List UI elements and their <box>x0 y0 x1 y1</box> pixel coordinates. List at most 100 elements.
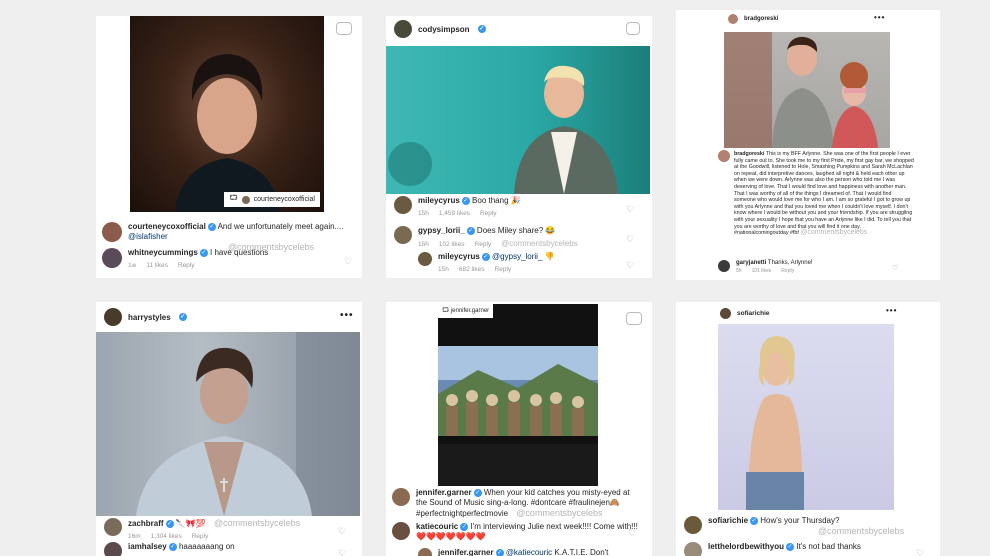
avatar[interactable] <box>104 518 122 536</box>
mention-link[interactable]: @gypsy_lorii_ <box>492 252 542 261</box>
people-illustration <box>724 32 878 148</box>
comment-username[interactable]: mileycyrus <box>418 196 460 205</box>
comment-username[interactable]: jennifer.garner <box>416 488 472 497</box>
heart-icon[interactable]: ♡ <box>626 234 634 245</box>
post-username[interactable]: harrystyles <box>128 313 171 322</box>
avatar[interactable] <box>684 542 702 556</box>
verified-icon: ✓ <box>199 248 208 257</box>
post-username[interactable]: codysimpson <box>418 25 470 34</box>
avatar[interactable] <box>728 14 738 24</box>
caption-avatar-wrap <box>718 150 730 162</box>
post-photo[interactable] <box>718 324 894 510</box>
comment-username[interactable]: letthelordbewithyou <box>708 542 784 551</box>
avatar[interactable] <box>418 252 432 266</box>
comment-text: I have questions <box>210 248 269 257</box>
comment: jennifer.garner ✓ When your kid catches y… <box>392 488 642 519</box>
avatar[interactable] <box>418 548 432 556</box>
comment-meta: 15h 102 likes Reply @commentsbycelebs <box>418 239 578 248</box>
post-username[interactable]: bradgoreski <box>744 16 778 22</box>
post-header: harrystyles ✓ <box>104 308 187 326</box>
tag-badge[interactable]: ⮔ jennifer.garner <box>438 304 494 318</box>
tag-icon: ⮔ <box>229 195 238 202</box>
verified-icon: ✓ <box>165 519 174 528</box>
watermark: @commentsbycelebs <box>501 239 578 248</box>
avatar[interactable] <box>394 226 412 244</box>
tag-badge[interactable]: ⮔ courteneycoxofficial <box>224 192 320 207</box>
heart-icon[interactable]: ♡ <box>338 548 346 556</box>
post-card-harrystyles: harrystyles ✓ ••• zachbraff ✓ 🔪🎀💯 @comment… <box>96 302 362 556</box>
post-header: sofiarichie <box>720 308 770 319</box>
verified-icon: ✓ <box>495 548 504 556</box>
comment: zachbraff ✓ 🔪🎀💯 @commentsbycelebs 16m 1,30… <box>104 518 344 542</box>
comment-username[interactable]: mileycyrus <box>438 252 480 261</box>
post-card-bradgoreski: bradgoreski ••• bradgoreski This is my B… <box>676 10 940 280</box>
comment: gypsy_lorii_ ✓ Does Miley share? 😂 15h 102… <box>394 226 634 250</box>
avatar[interactable] <box>394 20 412 38</box>
comment: iamhalsey ✓ haaaaaaang on <box>104 542 344 556</box>
comment-text: 👎 <box>544 252 555 261</box>
comment-meta: 16m 1,304 likes Reply <box>128 533 209 540</box>
heart-icon[interactable]: ♡ <box>626 260 634 271</box>
post-photo[interactable] <box>386 46 650 194</box>
instagram-icon <box>626 312 642 325</box>
verified-icon: ✓ <box>466 226 475 235</box>
mention-link[interactable]: @katiecouric <box>506 548 552 556</box>
comment-username[interactable]: whitneycummings <box>128 248 198 257</box>
person-illustration <box>136 332 360 516</box>
caption: bradgoreski This is my BFF Arlynne. She … <box>734 151 914 237</box>
avatar <box>241 195 250 204</box>
comment-username[interactable]: iamhalsey <box>128 542 167 551</box>
post-photo[interactable] <box>96 332 360 516</box>
instagram-icon <box>626 22 640 35</box>
verified-icon: ✓ <box>786 542 794 551</box>
post-photo[interactable]: ⮔ courteneycoxofficial <box>130 16 324 212</box>
comment-username[interactable]: sofiarichie <box>708 516 748 525</box>
verified-icon: ✓ <box>461 196 470 205</box>
more-icon[interactable]: ••• <box>874 13 885 22</box>
avatar[interactable] <box>392 522 410 540</box>
mention-link[interactable]: @islafisher <box>128 232 168 241</box>
post-photo[interactable] <box>724 32 890 148</box>
comment-username[interactable]: garyjanetti <box>736 260 766 266</box>
avatar[interactable] <box>104 308 122 326</box>
avatar[interactable] <box>684 516 702 534</box>
comment-username[interactable]: katiecouric <box>416 522 458 531</box>
avatar[interactable] <box>392 488 410 506</box>
post-card-courteneycox: ⮔ courteneycoxofficial courteneycoxoffic… <box>96 16 362 278</box>
post-username[interactable]: sofiarichie <box>737 310 770 317</box>
avatar[interactable] <box>718 260 730 272</box>
comment-username[interactable]: courteneycoxofficial <box>128 222 206 231</box>
comment-text: Does Miley share? 😂 <box>476 226 556 235</box>
post-card-codysimpson: codysimpson ✓ mileycyrus ✓ Boo thang 🎉 15h… <box>386 16 652 278</box>
comment: letthelordbewithyou ✓ It's not bad thanks <box>684 542 924 556</box>
avatar[interactable] <box>720 308 731 319</box>
avatar[interactable] <box>718 150 730 162</box>
comment-text: haaaaaaang on <box>178 542 235 551</box>
comment-username[interactable]: gypsy_lorii_ <box>418 226 465 235</box>
more-icon[interactable]: ••• <box>340 310 354 321</box>
comment-username[interactable]: bradgoreski <box>734 151 764 157</box>
comment-reply: mileycyrus ✓ @gypsy_lorii_ 👎 15h 682 likes… <box>418 252 628 275</box>
avatar[interactable] <box>102 248 122 268</box>
comment-username[interactable]: jennifer.garner <box>438 548 494 556</box>
comment-username[interactable]: zachbraff <box>128 519 164 528</box>
heart-icon[interactable]: ♡ <box>892 264 898 272</box>
person-illustration <box>388 65 618 194</box>
post-photo[interactable]: ⮔ jennifer.garner <box>438 304 598 486</box>
heart-icon[interactable]: ♡ <box>344 256 352 267</box>
avatar[interactable] <box>104 542 122 556</box>
heart-icon[interactable]: ♡ <box>916 548 924 556</box>
comment-meta: 15h 682 likes Reply <box>438 266 512 273</box>
comment-meta: 5h 101 likes Reply <box>736 268 795 274</box>
comment-text: How's your Thursday? <box>760 516 840 525</box>
watermark: @commentsbycelebs <box>516 508 603 518</box>
heart-icon[interactable]: ♡ <box>338 526 346 537</box>
heart-icon[interactable]: ♡ <box>626 204 634 215</box>
avatar[interactable] <box>102 222 122 242</box>
post-header: bradgoreski <box>728 14 778 24</box>
more-icon[interactable]: ••• <box>886 306 897 315</box>
person-illustration <box>175 54 280 212</box>
heart-icon[interactable]: ♡ <box>628 528 636 539</box>
comment: garyjanetti Thanks, Arlynne! 5h 101 likes… <box>718 260 908 275</box>
avatar[interactable] <box>394 196 412 214</box>
